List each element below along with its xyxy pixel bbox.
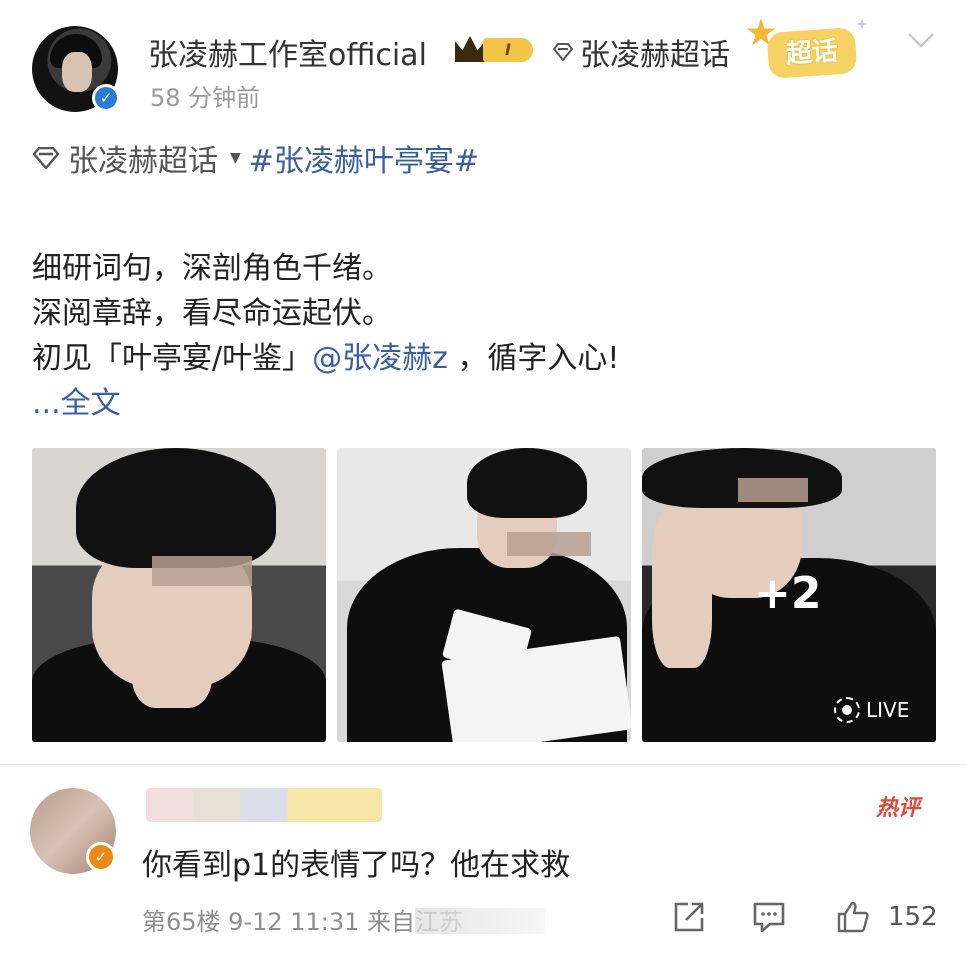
hot-comment-badge: 热评 bbox=[876, 796, 921, 821]
comment-text: 你看到p1的表情了吗？他在求救 bbox=[142, 848, 571, 883]
expand-full-text[interactable]: ...全文 bbox=[32, 381, 932, 426]
post-body: 细研词句，深剖角色千绪。 深阅章辞，看尽命运起伏。 初见「叶亭宴/叶鉴」@张凌赫… bbox=[32, 246, 932, 426]
divider bbox=[0, 764, 967, 765]
caret-down-icon[interactable]: ▼ bbox=[230, 150, 241, 166]
photo-2[interactable] bbox=[337, 448, 631, 742]
vip-badge[interactable]: I bbox=[455, 34, 537, 64]
vip-level: I bbox=[483, 38, 533, 62]
post-header: ✓ 张凌赫工作室official I 张凌赫超话 超话 58 分钟前 bbox=[0, 0, 967, 130]
more-photos-count[interactable]: +2 bbox=[754, 568, 821, 619]
live-icon bbox=[834, 697, 860, 723]
comment-icon[interactable] bbox=[752, 900, 786, 934]
post-time: 58 分钟前 bbox=[150, 84, 261, 112]
hot-comment: ✓ 热评 你看到p1的表情了吗？他在求救 第65楼 9-12 11:31 来自江… bbox=[0, 772, 967, 960]
verified-icon: ✓ bbox=[92, 84, 120, 112]
verified-icon: ✓ bbox=[86, 842, 116, 872]
share-icon[interactable] bbox=[672, 900, 706, 934]
crown-icon bbox=[455, 36, 485, 62]
diamond-icon bbox=[32, 147, 60, 169]
body-line-3-text: 初见「叶亭宴/叶鉴」 bbox=[32, 341, 313, 376]
topic-super-link[interactable]: 张凌赫超话 bbox=[32, 136, 218, 180]
chevron-down-icon[interactable] bbox=[906, 30, 936, 50]
like-count: 152 bbox=[888, 902, 938, 932]
body-line-3-tail: ，循字入心! bbox=[457, 341, 620, 376]
topic-line: 张凌赫超话 ▼ #张凌赫叶亭宴# bbox=[32, 136, 479, 180]
author-name[interactable]: 张凌赫工作室official bbox=[148, 30, 427, 74]
diamond-icon bbox=[552, 43, 574, 61]
live-photo-tag[interactable]: LIVE bbox=[826, 694, 917, 726]
body-line-2: 深阅章辞，看尽命运起伏。 bbox=[32, 296, 392, 331]
mention-link[interactable]: @张凌赫z bbox=[312, 341, 448, 376]
super-badge-text: 超话 bbox=[766, 26, 858, 80]
super-topic-label: 张凌赫超话 bbox=[580, 38, 730, 73]
like-icon[interactable] bbox=[836, 900, 870, 934]
super-topic-link[interactable]: 张凌赫超话 bbox=[552, 30, 730, 74]
topic-super-label: 张凌赫超话 bbox=[68, 144, 218, 179]
hashtag-link[interactable]: #张凌赫叶亭宴# bbox=[249, 136, 479, 180]
body-line-1: 细研词句，深剖角色千绪。 bbox=[32, 251, 392, 286]
photo-1[interactable] bbox=[32, 448, 326, 742]
watermark-blur bbox=[415, 908, 545, 934]
sparkle-icon bbox=[856, 18, 868, 30]
super-topic-badge[interactable]: 超话 bbox=[744, 18, 870, 82]
commenter-name-blurred[interactable] bbox=[146, 788, 382, 822]
live-label: LIVE bbox=[866, 698, 910, 722]
body-line-3: 初见「叶亭宴/叶鉴」@张凌赫z ，循字入心! bbox=[32, 336, 932, 381]
